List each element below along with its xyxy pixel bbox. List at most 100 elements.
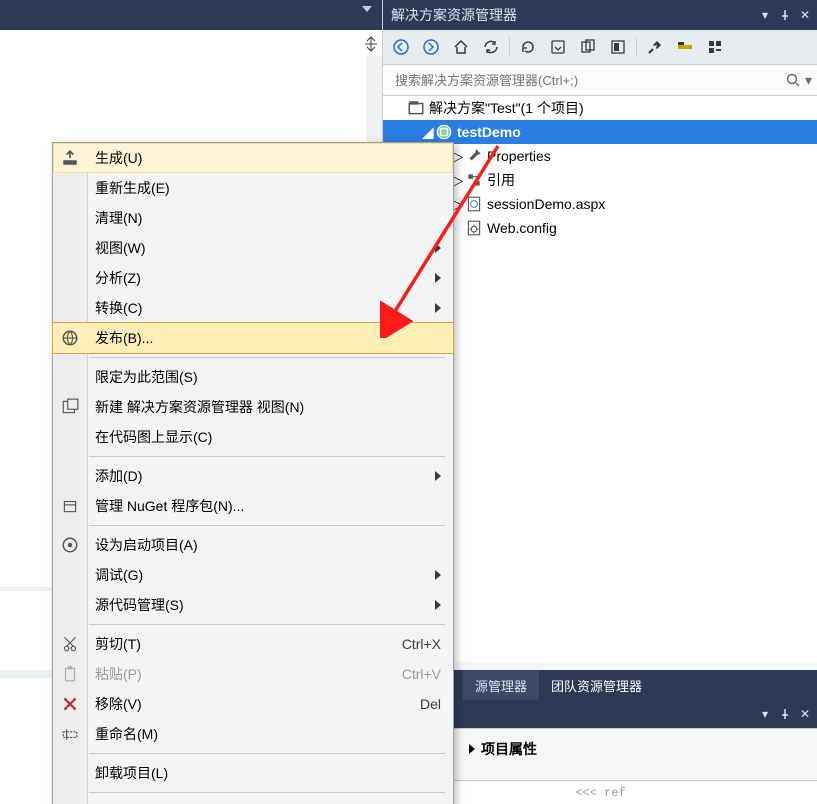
pin-icon[interactable]: [778, 8, 792, 22]
chevron-right-icon: [435, 273, 441, 283]
menu-label: 剪切(T): [95, 634, 141, 654]
startup-icon: [61, 536, 79, 554]
shortcut-label: Ctrl+V: [402, 666, 441, 682]
menu-scm[interactable]: 源代码管理(S): [53, 590, 453, 620]
sync-icon[interactable]: [477, 34, 505, 60]
menu-label: 视图(W): [95, 238, 146, 258]
window-menu-icon[interactable]: ▾: [758, 8, 772, 22]
paste-icon: [61, 665, 79, 683]
panel-title-bar: 解决方案资源管理器 ▾ ✕: [383, 0, 817, 30]
refresh-icon[interactable]: [514, 34, 542, 60]
new-view-icon: [61, 398, 79, 416]
menu-nuget[interactable]: 管理 NuGet 程序包(N)...: [53, 491, 453, 521]
properties-section-header[interactable]: 项目属性: [469, 739, 817, 759]
scissors-icon: [61, 635, 79, 653]
menu-publish[interactable]: 发布(B)...: [52, 322, 454, 354]
panel-title: 解决方案资源管理器: [391, 5, 517, 25]
chevron-right-icon: [435, 243, 441, 253]
menu-label: 新建 解决方案资源管理器 视图(N): [95, 397, 304, 417]
menu-label: 卸载项目(L): [95, 763, 168, 783]
menu-separator: [89, 753, 445, 754]
preview-icon[interactable]: [604, 34, 632, 60]
wrench-icon: [465, 147, 483, 165]
menu-label: 粘贴(P): [95, 664, 142, 684]
properties-icon[interactable]: [641, 34, 669, 60]
tab-label: 团队资源管理器: [551, 676, 642, 695]
search-icon[interactable]: [785, 72, 801, 88]
menu-rename[interactable]: 重命名(M): [53, 719, 453, 749]
menu-convert[interactable]: 转换(C): [53, 293, 453, 323]
forward-icon[interactable]: [417, 34, 445, 60]
search-box[interactable]: ▾: [383, 65, 817, 96]
tree-project-node[interactable]: ◢ testDemo: [383, 120, 817, 144]
chevron-right-icon: [469, 744, 475, 754]
context-menu: 生成(U) 重新生成(E) 清理(N) 视图(W) 分析(Z) 转换(C) 发布…: [52, 142, 454, 804]
tree-label: 引用: [487, 170, 515, 190]
tree-label: Properties: [487, 148, 551, 164]
back-icon[interactable]: [387, 34, 415, 60]
menu-separator: [89, 456, 445, 457]
menu-new-view[interactable]: 新建 解决方案资源管理器 视图(N): [53, 392, 453, 422]
toggle-icon[interactable]: [671, 34, 699, 60]
menu-label: 重新生成(E): [95, 178, 170, 198]
references-icon: [465, 171, 483, 189]
menu-open-folder[interactable]: 在文件资源管理器中打开文件夹(X): [53, 797, 453, 804]
menu-cut[interactable]: 剪切(T) Ctrl+X: [53, 629, 453, 659]
chevron-right-icon: [435, 303, 441, 313]
menu-codemap[interactable]: 在代码图上显示(C): [53, 422, 453, 452]
menu-label: 调试(G): [95, 565, 143, 585]
tab-label: 源管理器: [475, 676, 527, 695]
menu-build[interactable]: 生成(U): [53, 143, 453, 173]
window-menu-icon[interactable]: ▾: [758, 707, 772, 721]
tree-solution-node[interactable]: 解决方案"Test"(1 个项目): [383, 96, 817, 120]
shortcut-label: Ctrl+X: [402, 636, 441, 652]
menu-analyze[interactable]: 分析(Z): [53, 263, 453, 293]
chevron-down-icon[interactable]: ◢: [421, 124, 435, 141]
menu-label: 转换(C): [95, 298, 142, 318]
tree-label: 解决方案"Test"(1 个项目): [429, 98, 584, 118]
home-icon[interactable]: [447, 34, 475, 60]
menu-label: 管理 NuGet 程序包(N)...: [95, 496, 244, 516]
split-handle-icon[interactable]: [363, 36, 379, 52]
menu-label: 分析(Z): [95, 268, 141, 288]
nuget-icon: [61, 497, 79, 515]
menu-label: 在代码图上显示(C): [95, 427, 212, 447]
view-class-icon[interactable]: [701, 34, 729, 60]
panel-toolbar: [383, 30, 817, 65]
menu-separator: [89, 624, 445, 625]
close-icon[interactable]: ✕: [798, 707, 812, 721]
menu-debug[interactable]: 调试(G): [53, 560, 453, 590]
show-all-icon[interactable]: [574, 34, 602, 60]
solution-icon: [407, 99, 425, 117]
section-label: 项目属性: [481, 739, 537, 759]
menu-label: 生成(U): [95, 148, 142, 168]
menu-separator: [89, 525, 445, 526]
menu-view[interactable]: 视图(W): [53, 233, 453, 263]
shortcut-label: Del: [420, 696, 441, 712]
chevron-right-icon: [435, 471, 441, 481]
menu-label: 限定为此范围(S): [95, 367, 198, 387]
tab-solution-explorer[interactable]: 源管理器: [463, 670, 539, 700]
menu-add[interactable]: 添加(D): [53, 461, 453, 491]
aspx-file-icon: [465, 195, 483, 213]
chevron-right-icon: [435, 600, 441, 610]
menu-remove[interactable]: 移除(V) Del: [53, 689, 453, 719]
pin-icon[interactable]: [778, 707, 792, 721]
menu-scope[interactable]: 限定为此范围(S): [53, 362, 453, 392]
tab-dropdown-icon[interactable]: [362, 6, 372, 12]
menu-clean[interactable]: 清理(N): [53, 203, 453, 233]
editor-tabstrip: [0, 0, 382, 30]
menu-label: 设为启动项目(A): [95, 535, 198, 555]
search-input[interactable]: [393, 72, 785, 89]
menu-paste: 粘贴(P) Ctrl+V: [53, 659, 453, 689]
menu-separator: [89, 792, 445, 793]
collapse-icon[interactable]: [544, 34, 572, 60]
tree-label: testDemo: [457, 124, 521, 140]
menu-unload[interactable]: 卸载项目(L): [53, 758, 453, 788]
menu-rebuild[interactable]: 重新生成(E): [53, 173, 453, 203]
menu-separator: [89, 357, 445, 358]
close-icon[interactable]: ✕: [798, 8, 812, 22]
tab-team-explorer[interactable]: 团队资源管理器: [539, 670, 654, 700]
menu-startup[interactable]: 设为启动项目(A): [53, 530, 453, 560]
menu-label: 源代码管理(S): [95, 595, 184, 615]
